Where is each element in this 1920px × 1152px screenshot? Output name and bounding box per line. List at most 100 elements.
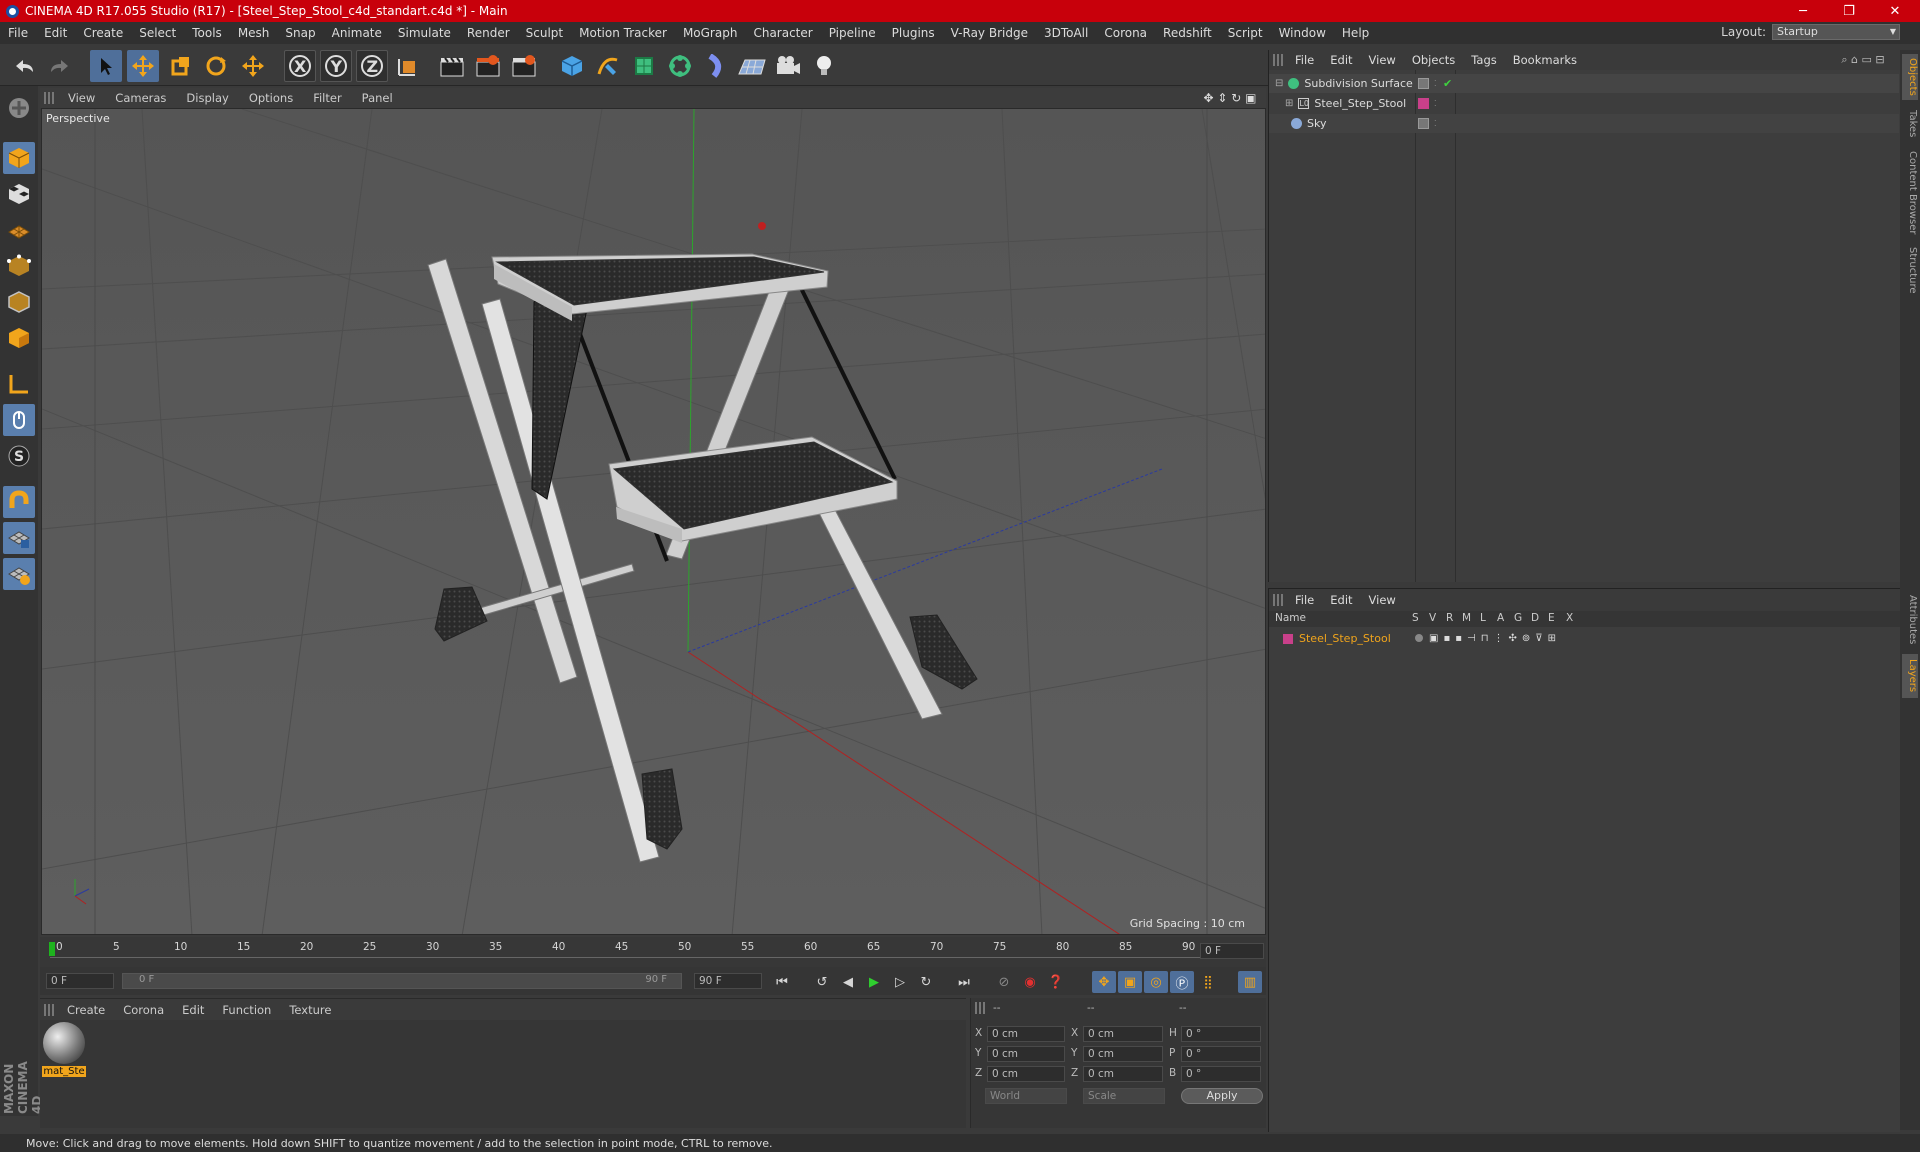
size-y-field[interactable]: 0 cm xyxy=(1083,1046,1163,1062)
camera-icon[interactable] xyxy=(772,50,804,82)
point-mode-icon[interactable] xyxy=(3,250,35,282)
object-row-subdivision-surface[interactable]: ⊟ Subdivision Surface ⁚ ✔ xyxy=(1269,74,1899,93)
workplane-mode-icon[interactable] xyxy=(3,214,35,246)
visibility-dots-icon[interactable]: ⁚ xyxy=(1434,99,1437,108)
column-animation[interactable]: A xyxy=(1497,612,1504,624)
column-deformers[interactable]: D xyxy=(1531,612,1539,624)
material-menu-create[interactable]: Create xyxy=(58,1003,114,1017)
rotate-tool-icon[interactable] xyxy=(200,50,232,82)
next-frame-icon[interactable]: ▷ xyxy=(888,971,912,993)
transform-tool-icon[interactable] xyxy=(237,50,269,82)
column-name[interactable]: Name xyxy=(1275,612,1306,624)
y-axis-lock-icon[interactable]: Y xyxy=(320,50,352,82)
coordinate-system-icon[interactable] xyxy=(392,50,424,82)
menu-window[interactable]: Window xyxy=(1271,26,1334,40)
go-to-end-icon[interactable]: ⏭ xyxy=(952,971,976,993)
move-tool-icon[interactable] xyxy=(127,50,159,82)
column-render[interactable]: R xyxy=(1446,612,1453,624)
motion-record-icon[interactable]: ⊘ xyxy=(992,971,1016,993)
layer-swatch-icon[interactable] xyxy=(1418,118,1429,129)
scale-tool-icon[interactable] xyxy=(164,50,196,82)
redo-icon[interactable] xyxy=(44,50,76,82)
menu-file[interactable]: File xyxy=(0,26,36,40)
menu-tools[interactable]: Tools xyxy=(184,26,230,40)
polygon-mode-icon[interactable] xyxy=(3,322,35,354)
cloner-icon[interactable] xyxy=(664,50,696,82)
end-frame-field[interactable]: 90 F xyxy=(694,973,762,989)
key-scale-icon[interactable]: ▣ xyxy=(1118,971,1142,993)
material-menu-function[interactable]: Function xyxy=(213,1003,280,1017)
tree-collapse-icon[interactable]: ⊟ xyxy=(1275,78,1283,89)
menu-mograph[interactable]: MoGraph xyxy=(675,26,746,40)
next-keyframe-icon[interactable]: ↻ xyxy=(914,971,938,993)
minimize-button[interactable]: ─ xyxy=(1780,0,1826,22)
material-menu-texture[interactable]: Texture xyxy=(280,1003,340,1017)
menu-script[interactable]: Script xyxy=(1220,26,1271,40)
viewport-navigation-icons[interactable]: ✥ ⇕ ↻ ▣ xyxy=(1198,90,1262,106)
perspective-viewport[interactable]: Perspective Grid Spacing : 10 cm xyxy=(41,108,1266,935)
tweak-mode-icon[interactable] xyxy=(3,404,35,436)
menu-render[interactable]: Render xyxy=(459,26,518,40)
object-menu-tags[interactable]: Tags xyxy=(1463,53,1504,67)
timeline-ruler[interactable]: 0 5 10 15 20 25 30 35 40 45 50 55 60 65 … xyxy=(40,937,1266,967)
playhead-marker[interactable] xyxy=(49,942,55,956)
layer-color-icon[interactable] xyxy=(1283,633,1293,644)
visibility-dots-icon[interactable]: ⁚ xyxy=(1434,79,1437,88)
size-mode-dropdown[interactable]: Scale xyxy=(1083,1088,1165,1104)
start-frame-field[interactable]: 0 F xyxy=(46,973,114,989)
maximize-button[interactable]: ❐ xyxy=(1826,0,1872,22)
column-view[interactable]: V xyxy=(1429,612,1436,624)
current-frame-field[interactable]: 0 F xyxy=(1200,943,1264,959)
play-icon[interactable]: ▶ xyxy=(862,971,886,993)
timeline-window-icon[interactable]: ▥ xyxy=(1238,971,1262,993)
menu-sculpt[interactable]: Sculpt xyxy=(518,26,571,40)
spline-pen-icon[interactable] xyxy=(592,50,624,82)
tab-layers[interactable]: Layers xyxy=(1902,654,1918,698)
menu-animate[interactable]: Animate xyxy=(324,26,390,40)
light-icon[interactable] xyxy=(808,50,840,82)
menu-redshift[interactable]: Redshift xyxy=(1155,26,1220,40)
object-search-home-icons[interactable]: ⌕ ⌂ ▭ ⊟ xyxy=(1829,52,1897,68)
size-z-field[interactable]: 0 cm xyxy=(1083,1066,1163,1082)
floor-icon[interactable] xyxy=(736,50,768,82)
undo-icon[interactable] xyxy=(8,50,40,82)
record-keys-icon[interactable]: ◉ xyxy=(1018,971,1042,993)
rotation-p-field[interactable]: 0 ° xyxy=(1181,1046,1261,1062)
enabled-check-icon[interactable]: ✔ xyxy=(1443,77,1452,90)
menu-pipeline[interactable]: Pipeline xyxy=(821,26,884,40)
tab-attributes[interactable]: Attributes xyxy=(1902,590,1918,650)
menu-select[interactable]: Select xyxy=(131,26,184,40)
viewport-menu-cameras[interactable]: Cameras xyxy=(105,91,176,105)
live-selection-icon[interactable] xyxy=(90,50,122,82)
solo-toggle-icon[interactable] xyxy=(1415,634,1423,642)
texture-mode-icon[interactable] xyxy=(3,178,35,210)
column-expressions[interactable]: E xyxy=(1548,612,1555,624)
viewport-menu-options[interactable]: Options xyxy=(239,91,303,105)
tree-expand-icon[interactable]: ⊞ xyxy=(1285,98,1293,109)
object-menu-view[interactable]: View xyxy=(1361,53,1404,67)
close-button[interactable]: ✕ xyxy=(1872,0,1918,22)
cube-primitive-icon[interactable] xyxy=(556,50,588,82)
tab-takes[interactable]: Takes xyxy=(1902,104,1918,144)
menu-edit[interactable]: Edit xyxy=(36,26,75,40)
menu-motion-tracker[interactable]: Motion Tracker xyxy=(571,26,675,40)
x-axis-lock-icon[interactable]: X xyxy=(284,50,316,82)
render-to-picture-viewer-icon[interactable] xyxy=(472,50,504,82)
column-locked[interactable]: L xyxy=(1480,612,1486,624)
layer-menu-view[interactable]: View xyxy=(1361,593,1404,607)
menu-simulate[interactable]: Simulate xyxy=(390,26,459,40)
z-axis-lock-icon[interactable]: Z xyxy=(356,50,388,82)
make-editable-icon[interactable] xyxy=(3,92,35,124)
snap-icon[interactable]: S xyxy=(3,440,35,472)
size-x-field[interactable]: 0 cm xyxy=(1083,1026,1163,1042)
render-view-icon[interactable] xyxy=(436,50,468,82)
menu-create[interactable]: Create xyxy=(75,26,131,40)
layer-row[interactable]: Steel_Step_Stool ▣▪▪⊣⊓⋮✣⊚⊽⊞ xyxy=(1269,629,1899,648)
layer-menu-file[interactable]: File xyxy=(1287,593,1322,607)
column-manager[interactable]: M xyxy=(1462,612,1471,624)
position-z-field[interactable]: 0 cm xyxy=(987,1066,1065,1082)
menu-plugins[interactable]: Plugins xyxy=(884,26,943,40)
layer-menu-edit[interactable]: Edit xyxy=(1322,593,1360,607)
viewport-menu-panel[interactable]: Panel xyxy=(352,91,403,105)
layer-swatch-icon[interactable] xyxy=(1418,78,1429,89)
